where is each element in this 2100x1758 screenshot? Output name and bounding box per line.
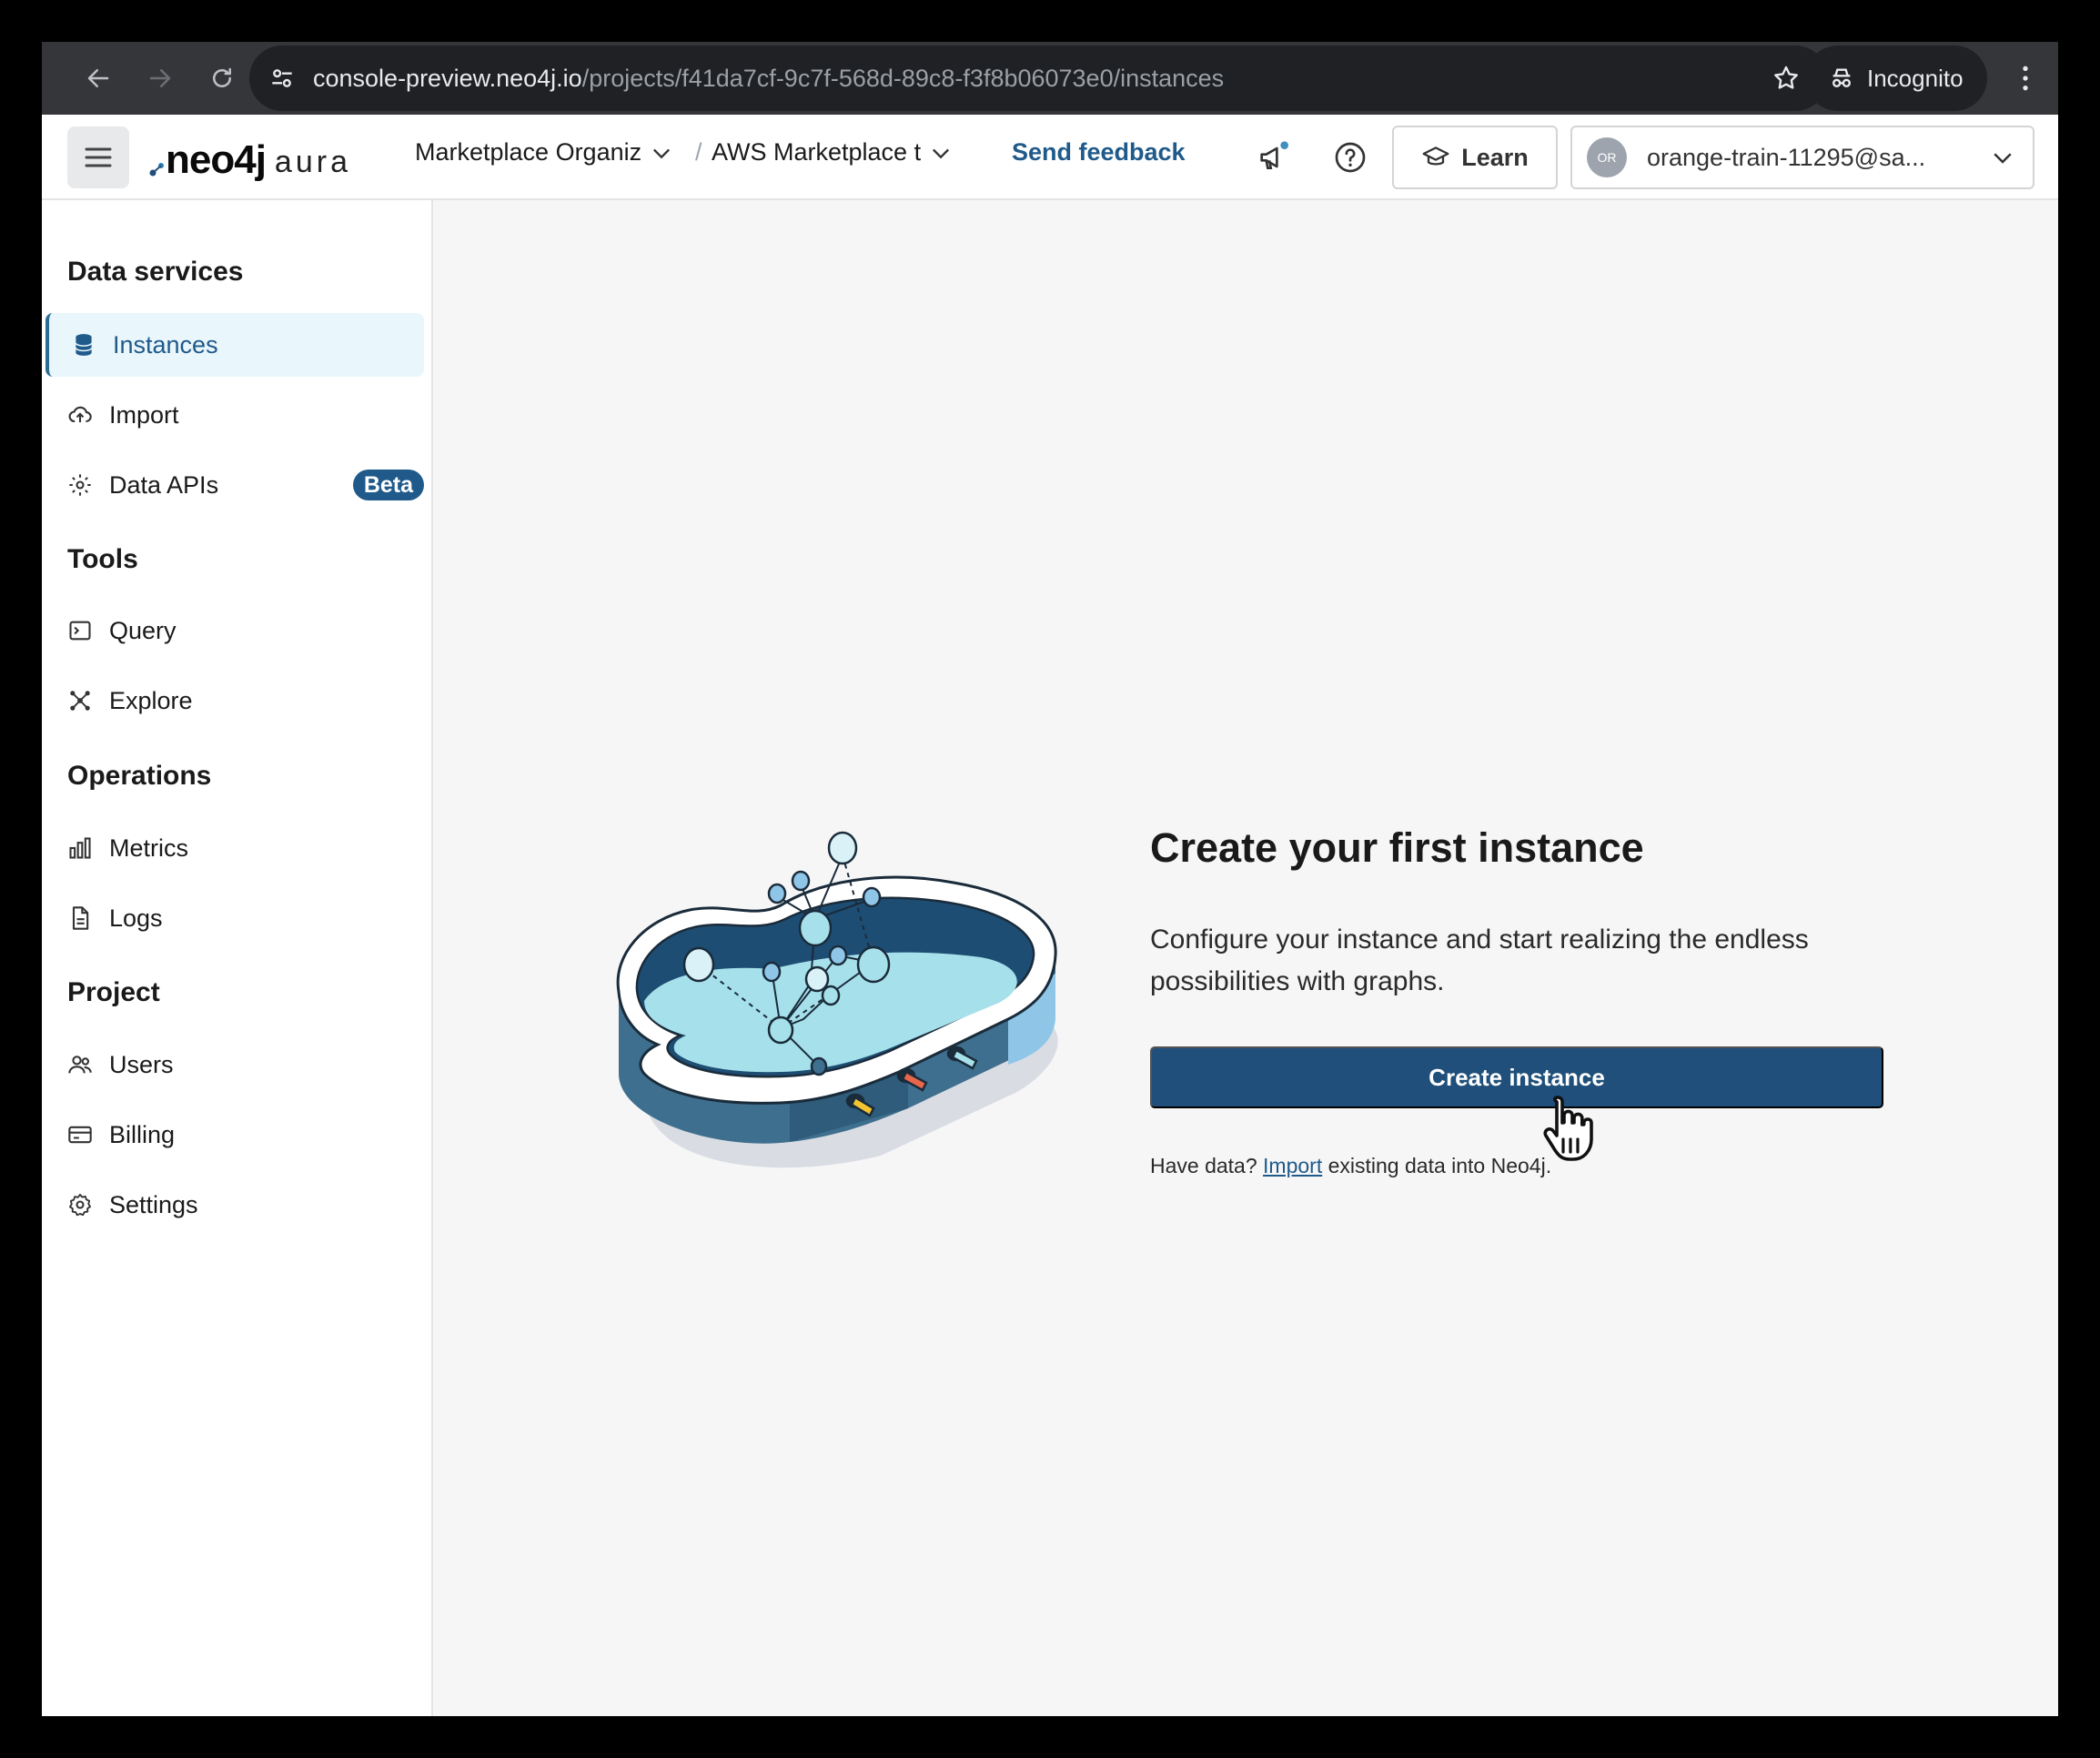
credit-card-icon <box>67 1122 93 1147</box>
chevron-down-icon <box>653 148 671 158</box>
gear-icon <box>67 1192 93 1217</box>
sidebar-item-label: Data APIs <box>109 470 219 499</box>
section-title-project: Project <box>67 977 160 1007</box>
incognito-label: Incognito <box>1867 64 1964 92</box>
hamburger-menu-button[interactable] <box>67 126 129 188</box>
neo4j-aura-logo[interactable]: neo4j aura <box>149 135 351 180</box>
sidebar-item-label: Instances <box>113 330 218 359</box>
sidebar-item-query[interactable]: Query <box>45 599 424 662</box>
main-content: Create your first instance Configure you… <box>435 200 2058 1716</box>
sidebar-item-instances[interactable]: Instances <box>45 313 424 377</box>
graph-explore-icon <box>67 688 93 713</box>
sidebar: Data services Instances Import Data APIs… <box>42 200 433 1716</box>
helper-suffix: existing data into Neo4j. <box>1328 1154 1552 1177</box>
sidebar-item-logs[interactable]: Logs <box>45 886 424 950</box>
learn-button[interactable]: Learn <box>1392 126 1558 189</box>
sidebar-item-settings[interactable]: Settings <box>45 1173 424 1237</box>
hand-pointer-cursor-icon <box>1543 1096 1593 1161</box>
app-header: neo4j aura Marketplace Organiz / AWS Mar… <box>42 115 2058 200</box>
avatar: OR <box>1587 137 1627 177</box>
sidebar-item-billing[interactable]: Billing <box>45 1103 424 1167</box>
project-name: AWS Marketplace t <box>712 138 922 166</box>
breadcrumb-separator: / <box>695 138 702 166</box>
section-title-tools: Tools <box>67 544 138 574</box>
database-icon <box>71 332 96 358</box>
sidebar-item-label: Query <box>109 616 177 644</box>
section-title-data-services: Data services <box>67 257 244 287</box>
sidebar-item-label: Explore <box>109 686 193 714</box>
logo-aura-text: aura <box>274 145 351 179</box>
announcements-button[interactable] <box>1252 136 1296 179</box>
terminal-icon <box>67 618 93 643</box>
sidebar-item-label: Users <box>109 1050 174 1078</box>
bookmark-star-icon[interactable] <box>1772 64 1801 97</box>
empty-state-description: Configure your instance and start realiz… <box>1150 924 1809 996</box>
site-settings-icon[interactable] <box>268 64 297 97</box>
chevron-down-icon <box>933 148 950 158</box>
incognito-icon <box>1827 64 1856 99</box>
organization-selector[interactable]: Marketplace Organiz <box>415 138 674 167</box>
section-title-operations: Operations <box>67 761 212 791</box>
url-text: console-preview.neo4j.io/projects/f41da7… <box>313 64 1225 92</box>
sidebar-item-users[interactable]: Users <box>45 1033 424 1096</box>
sidebar-item-label: Settings <box>109 1190 198 1218</box>
data-api-icon <box>67 472 93 498</box>
sidebar-item-metrics[interactable]: Metrics <box>45 816 424 880</box>
app-window: neo4j aura Marketplace Organiz / AWS Mar… <box>42 115 2058 1716</box>
cloud-upload-icon <box>67 402 93 428</box>
browser-menu-icon[interactable] <box>2004 56 2047 100</box>
help-icon <box>1335 142 1366 173</box>
import-helper-text: Have data? Import existing data into Neo… <box>1150 1154 1551 1178</box>
graduation-cap-icon <box>1422 146 1449 166</box>
user-email: orange-train-11295@sa... <box>1647 143 1926 171</box>
logo-neo4j-text: neo4j <box>166 137 267 182</box>
reload-icon[interactable] <box>200 56 244 100</box>
megaphone-icon <box>1260 141 1288 169</box>
graph-pool-illustration-icon <box>616 831 1058 1168</box>
sidebar-item-label: Metrics <box>109 834 188 862</box>
logo-mark-icon <box>149 163 164 177</box>
send-feedback-link[interactable]: Send feedback <box>1012 138 1186 167</box>
import-link[interactable]: Import <box>1263 1154 1322 1177</box>
user-menu-button[interactable]: OR orange-train-11295@sa... <box>1570 126 2034 189</box>
users-icon <box>67 1052 93 1077</box>
beta-badge: Beta <box>352 470 424 500</box>
sidebar-item-data-apis[interactable]: Data APIs Beta <box>45 453 424 517</box>
sidebar-item-label: Billing <box>109 1120 176 1148</box>
helper-prefix: Have data? <box>1150 1154 1257 1177</box>
incognito-chip[interactable]: Incognito <box>1805 45 1987 111</box>
address-bar[interactable]: console-preview.neo4j.io/projects/f41da7… <box>249 45 1828 111</box>
forward-icon[interactable] <box>138 56 182 100</box>
sidebar-item-label: Import <box>109 400 179 429</box>
organization-name: Marketplace Organiz <box>415 138 642 166</box>
create-instance-button[interactable]: Create instance <box>1150 1046 1883 1108</box>
learn-label: Learn <box>1461 143 1529 171</box>
chevron-down-icon <box>1994 153 2012 164</box>
back-icon[interactable] <box>76 56 120 100</box>
browser-toolbar: console-preview.neo4j.io/projects/f41da7… <box>42 42 2058 115</box>
bar-chart-icon <box>67 835 93 861</box>
empty-state-title: Create your first instance <box>1150 824 1644 871</box>
document-icon <box>67 905 93 931</box>
sidebar-item-explore[interactable]: Explore <box>45 669 424 732</box>
project-selector[interactable]: AWS Marketplace t <box>712 138 954 167</box>
sidebar-item-import[interactable]: Import <box>45 383 424 447</box>
sidebar-item-label: Logs <box>109 904 163 932</box>
help-button[interactable] <box>1328 136 1372 179</box>
